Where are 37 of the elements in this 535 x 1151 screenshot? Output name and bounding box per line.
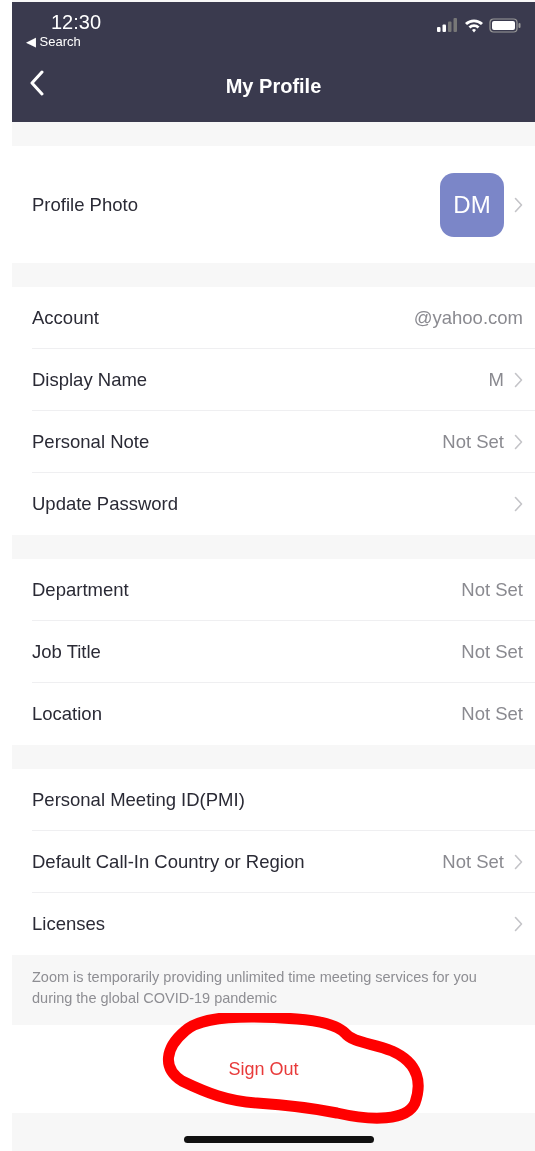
settings-row[interactable]: Personal Meeting ID(PMI) bbox=[32, 769, 535, 831]
notice-text: Zoom is temporarily providing unlimited time meeting services for you during the global COVID-19 pandemic bbox=[32, 968, 478, 1008]
settings-row[interactable]: Personal Note Not Set bbox=[32, 411, 535, 473]
settings-row[interactable]: Default Call-In Country or Region Not Set bbox=[32, 831, 535, 893]
row-value: Not Set bbox=[442, 850, 504, 873]
settings-row[interactable]: Account @yahoo.com bbox=[32, 287, 535, 349]
row-value: Not Set bbox=[461, 640, 523, 663]
settings-row[interactable]: Department Not Set bbox=[32, 559, 535, 621]
row-label: Location bbox=[32, 703, 102, 725]
row-value: Not Set bbox=[461, 578, 523, 601]
row-label: Display Name bbox=[32, 368, 148, 391]
status-time: 12:30 bbox=[50, 11, 102, 33]
settings-row[interactable]: Licenses bbox=[32, 893, 535, 955]
settings-row[interactable]: Display Name M bbox=[32, 349, 535, 411]
back-to-search-link[interactable]: ◀ Search bbox=[26, 33, 102, 51]
row-label: Personal Note bbox=[32, 430, 150, 453]
row-label: Default Call-In Country or Region bbox=[32, 850, 305, 873]
row-label: Profile Photo bbox=[32, 193, 138, 216]
settings-row[interactable]: Update Password bbox=[32, 473, 535, 535]
battery-icon bbox=[489, 17, 521, 33]
settings-row[interactable]: Location Not Set bbox=[32, 683, 535, 745]
row-value: M bbox=[488, 368, 504, 391]
signal-icon bbox=[437, 18, 459, 32]
row-value: Not Set bbox=[442, 430, 504, 453]
wifi-icon bbox=[464, 17, 484, 33]
row-label: Personal Meeting ID(PMI) bbox=[32, 788, 245, 811]
row-label: Update Password bbox=[32, 493, 179, 515]
row-value: Not Set bbox=[461, 703, 523, 725]
settings-row[interactable]: Job Title Not Set bbox=[32, 621, 535, 683]
row-label: Department bbox=[32, 578, 129, 601]
avatar: DM bbox=[440, 172, 504, 237]
back-icon[interactable] bbox=[30, 70, 44, 96]
row-label: Account bbox=[32, 306, 99, 329]
row-label: Licenses bbox=[32, 913, 105, 935]
row-label: Job Title bbox=[32, 640, 101, 663]
screen-title: My Profile bbox=[225, 74, 322, 98]
row-value: @yahoo.com bbox=[413, 306, 523, 329]
